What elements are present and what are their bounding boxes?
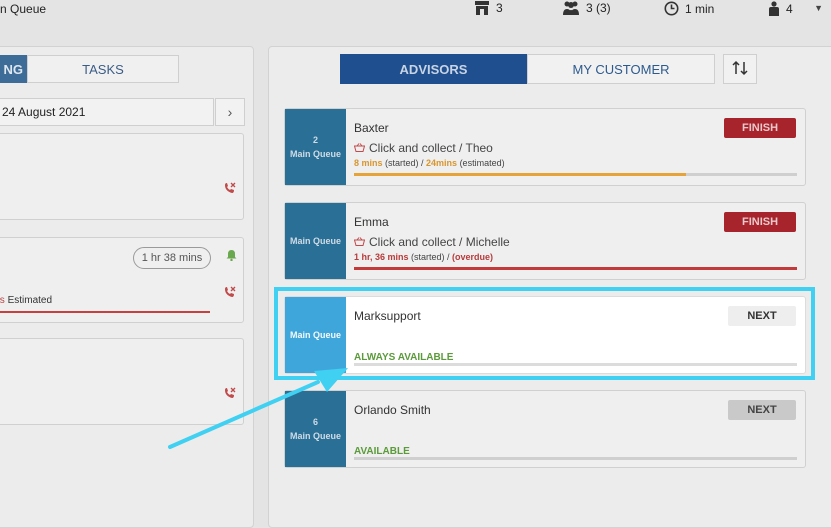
- annotation-arrow: [168, 368, 348, 449]
